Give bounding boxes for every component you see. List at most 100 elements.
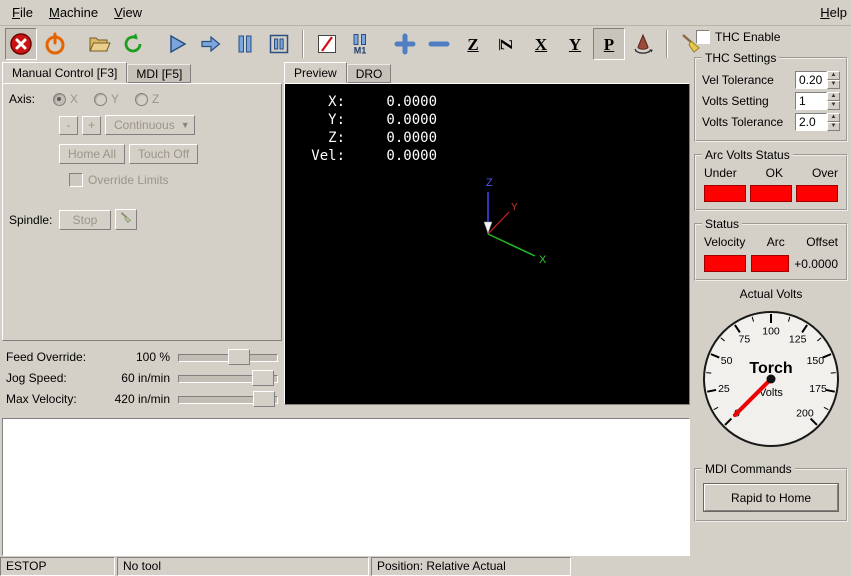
- view-rotated-top-button[interactable]: Z: [491, 28, 523, 60]
- menu-file[interactable]: File: [4, 2, 41, 23]
- left-tabbar: Manual Control [F3] MDI [F5]: [2, 63, 282, 83]
- slider-thumb[interactable]: [253, 391, 275, 407]
- message-history[interactable]: [2, 418, 690, 556]
- tab-manual-control[interactable]: Manual Control [F3]: [2, 62, 127, 83]
- view-perspective-button[interactable]: P: [593, 28, 625, 60]
- slider-thumb[interactable]: [228, 349, 250, 365]
- zoom-in-button[interactable]: [389, 28, 421, 60]
- volts-setting-value[interactable]: 1: [795, 92, 827, 110]
- feed-override-slider[interactable]: [178, 349, 278, 365]
- dro-readout: X:0.0000 Y:0.0000 Z:0.0000 Vel:0.0000: [299, 93, 437, 165]
- axis-y-radio[interactable]: Y: [94, 92, 119, 106]
- view-top-icon: Z: [467, 36, 478, 53]
- skip-lines-button[interactable]: [311, 28, 343, 60]
- svg-text:100: 100: [762, 326, 780, 338]
- feed-override-value: 100 %: [100, 350, 178, 364]
- volts-setting-spinner[interactable]: 1 ▲▼: [795, 92, 840, 110]
- axis-x-radio[interactable]: X: [53, 92, 78, 106]
- rotate-view-button[interactable]: [627, 28, 659, 60]
- slider-thumb[interactable]: [252, 370, 274, 386]
- svg-text:125: 125: [789, 334, 807, 346]
- vel-tolerance-row: Vel Tolerance 0.20 ▲▼: [702, 71, 840, 89]
- thc-enable-checkbox[interactable]: THC Enable: [696, 30, 848, 44]
- view-rotated-top-icon: Z: [499, 38, 516, 49]
- stop-icon: [267, 32, 291, 56]
- touch-off-button[interactable]: Touch Off: [129, 144, 198, 164]
- spin-up-icon[interactable]: ▲: [827, 113, 840, 122]
- vel-tolerance-spinner[interactable]: 0.20 ▲▼: [795, 71, 840, 89]
- feed-override-row: Feed Override: 100 %: [2, 346, 282, 367]
- volts-tolerance-value[interactable]: 2.0: [795, 113, 827, 131]
- jog-plus-button[interactable]: +: [82, 116, 101, 135]
- svg-text:Torch: Torch: [749, 360, 792, 377]
- optional-pause-button[interactable]: M1: [345, 28, 377, 60]
- spin-down-icon[interactable]: ▼: [827, 122, 840, 131]
- preview-canvas[interactable]: X:0.0000 Y:0.0000 Z:0.0000 Vel:0.0000 Z …: [284, 83, 690, 405]
- dro-y-label: Y:: [299, 111, 345, 129]
- axis-label: Axis:: [9, 92, 53, 106]
- view-top-button[interactable]: Z: [457, 28, 489, 60]
- tab-mdi[interactable]: MDI [F5]: [127, 64, 191, 83]
- arc-volts-status-group: Arc Volts Status Under OK Over: [694, 148, 848, 211]
- menu-view[interactable]: View: [106, 2, 150, 23]
- step-button[interactable]: [195, 28, 227, 60]
- thc-enable-label: THC Enable: [715, 30, 780, 44]
- thc-settings-title: THC Settings: [702, 51, 779, 65]
- z-axis-label: Z: [486, 177, 493, 189]
- volts-tolerance-label: Volts Tolerance: [702, 115, 783, 129]
- preview-tabbar: Preview DRO: [284, 63, 690, 83]
- svg-text:175: 175: [809, 383, 827, 395]
- dro-z-value: 0.0000: [345, 129, 437, 147]
- pause-button[interactable]: [229, 28, 261, 60]
- open-file-button[interactable]: [83, 28, 115, 60]
- offset-value: +0.0000: [794, 257, 838, 271]
- volts-tolerance-spinner[interactable]: 2.0 ▲▼: [795, 113, 840, 131]
- home-all-button[interactable]: Home All: [59, 144, 125, 164]
- jog-speed-label: Jog Speed:: [2, 371, 100, 385]
- tab-preview[interactable]: Preview: [284, 62, 347, 83]
- run-button[interactable]: [161, 28, 193, 60]
- dro-vel-value: 0.0000: [345, 147, 437, 165]
- tool-status: No tool: [117, 557, 369, 576]
- thc-panel: THC Enable THC Settings Vel Tolerance 0.…: [694, 30, 848, 528]
- step-icon: [199, 32, 223, 56]
- reload-button[interactable]: [117, 28, 149, 60]
- max-velocity-slider[interactable]: [178, 391, 278, 407]
- jog-minus-button[interactable]: -: [59, 116, 78, 135]
- vel-tolerance-value[interactable]: 0.20: [795, 71, 827, 89]
- estop-button[interactable]: [5, 28, 37, 60]
- tab-dro[interactable]: DRO: [347, 64, 392, 83]
- view-front-button[interactable]: Y: [559, 28, 591, 60]
- run-icon: [165, 32, 189, 56]
- chevron-down-icon: ▼: [181, 120, 190, 130]
- spin-up-icon[interactable]: ▲: [827, 92, 840, 101]
- pause-icon: [233, 32, 257, 56]
- menu-machine[interactable]: Machine: [41, 2, 106, 23]
- view-side-icon: X: [535, 36, 547, 53]
- view-side-button[interactable]: X: [525, 28, 557, 60]
- rapid-to-home-button[interactable]: Rapid to Home: [704, 484, 838, 511]
- jog-mode-dropdown[interactable]: Continuous ▼: [105, 115, 195, 135]
- radio-dot: [94, 93, 107, 106]
- arc-indicator: [751, 255, 789, 272]
- spin-up-icon[interactable]: ▲: [827, 71, 840, 80]
- machine-power-button[interactable]: [39, 28, 71, 60]
- dro-z-label: Z:: [299, 129, 345, 147]
- stop-button[interactable]: [263, 28, 295, 60]
- statusbar: ESTOP No tool Position: Relative Actual: [0, 557, 851, 576]
- spin-down-icon[interactable]: ▼: [827, 80, 840, 89]
- arc-label: Arc: [767, 235, 785, 249]
- axis-z-radio[interactable]: Z: [135, 92, 159, 106]
- axes-indicator: Z Y X: [443, 164, 573, 279]
- menu-help[interactable]: Help: [812, 2, 851, 23]
- checkbox-box: [696, 30, 710, 44]
- spin-down-icon[interactable]: ▼: [827, 101, 840, 110]
- override-limits-checkbox[interactable]: Override Limits: [69, 173, 169, 187]
- spindle-brush-button[interactable]: [115, 209, 137, 230]
- spindle-stop-button[interactable]: Stop: [59, 210, 111, 230]
- zoom-out-button[interactable]: [423, 28, 455, 60]
- under-indicator: [704, 185, 746, 202]
- axis-y-label: Y: [111, 92, 119, 106]
- jog-speed-slider[interactable]: [178, 370, 278, 386]
- jog-mode-value: Continuous: [114, 118, 175, 132]
